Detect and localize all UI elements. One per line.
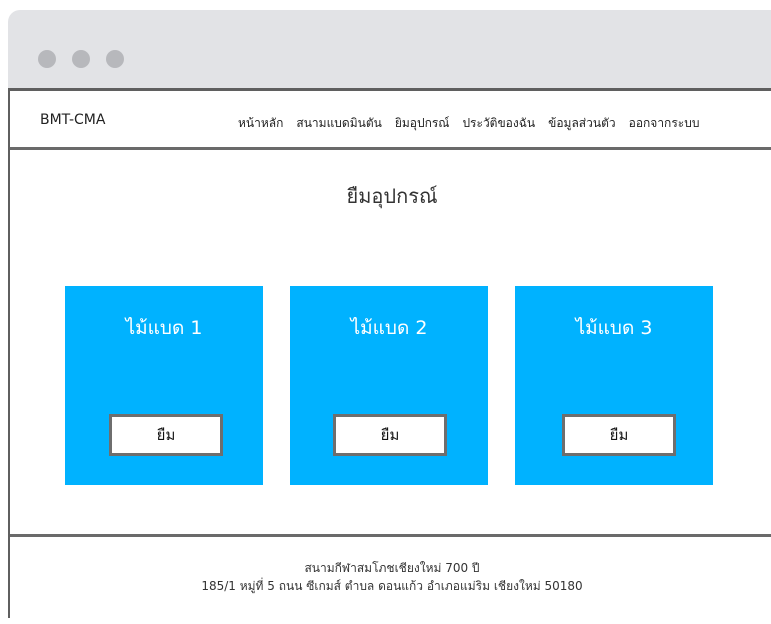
page-frame: BMT-CMA หน้าหลัก สนามแบดมินตัน ยิมอุปกรณ…: [8, 88, 771, 618]
borrow-button[interactable]: ยืม: [333, 414, 447, 456]
equipment-card: ไม้แบด 2 ยืม: [290, 286, 488, 485]
footer: สนามกีฬาสมโภชเชียงใหม่ 700 ปี 185/1 หมู่…: [10, 534, 771, 624]
footer-address: 185/1 หมู่ที่ 5 ถนน ซีเกมส์ ตำบล ดอนแก้ว…: [201, 579, 583, 593]
nav-link-my-history[interactable]: ประวัติของฉัน: [462, 114, 535, 133]
footer-venue-name: สนามกีฬาสมโภชเชียงใหม่ 700 ปี: [304, 561, 480, 575]
nav-links: หน้าหลัก สนามแบดมินตัน ยิมอุปกรณ์ ประวัต…: [238, 114, 699, 133]
card-title: ไม้แบด 2: [350, 317, 428, 339]
page-title: ยืมอุปกรณ์: [346, 184, 438, 208]
borrow-button[interactable]: ยืม: [109, 414, 223, 456]
window-maximize-dot-icon[interactable]: [106, 50, 124, 68]
window-close-dot-icon[interactable]: [38, 50, 56, 68]
card-title: ไม้แบด 1: [125, 317, 203, 339]
window-minimize-dot-icon[interactable]: [72, 50, 90, 68]
brand-logo[interactable]: BMT-CMA: [40, 112, 105, 128]
navbar: BMT-CMA หน้าหลัก สนามแบดมินตัน ยิมอุปกรณ…: [10, 88, 771, 150]
card-title: ไม้แบด 3: [575, 317, 653, 339]
equipment-card: ไม้แบด 3 ยืม: [515, 286, 713, 485]
nav-link-borrow-equipment[interactable]: ยิมอุปกรณ์: [395, 114, 450, 133]
nav-link-logout[interactable]: ออกจากระบบ: [629, 114, 700, 133]
nav-link-badminton-court[interactable]: สนามแบดมินตัน: [296, 114, 381, 133]
nav-link-profile[interactable]: ข้อมูลส่วนตัว: [548, 114, 615, 133]
borrow-button[interactable]: ยืม: [562, 414, 676, 456]
equipment-card: ไม้แบด 1 ยืม: [65, 286, 263, 485]
browser-chrome: [8, 10, 771, 88]
nav-link-home[interactable]: หน้าหลัก: [238, 114, 283, 133]
